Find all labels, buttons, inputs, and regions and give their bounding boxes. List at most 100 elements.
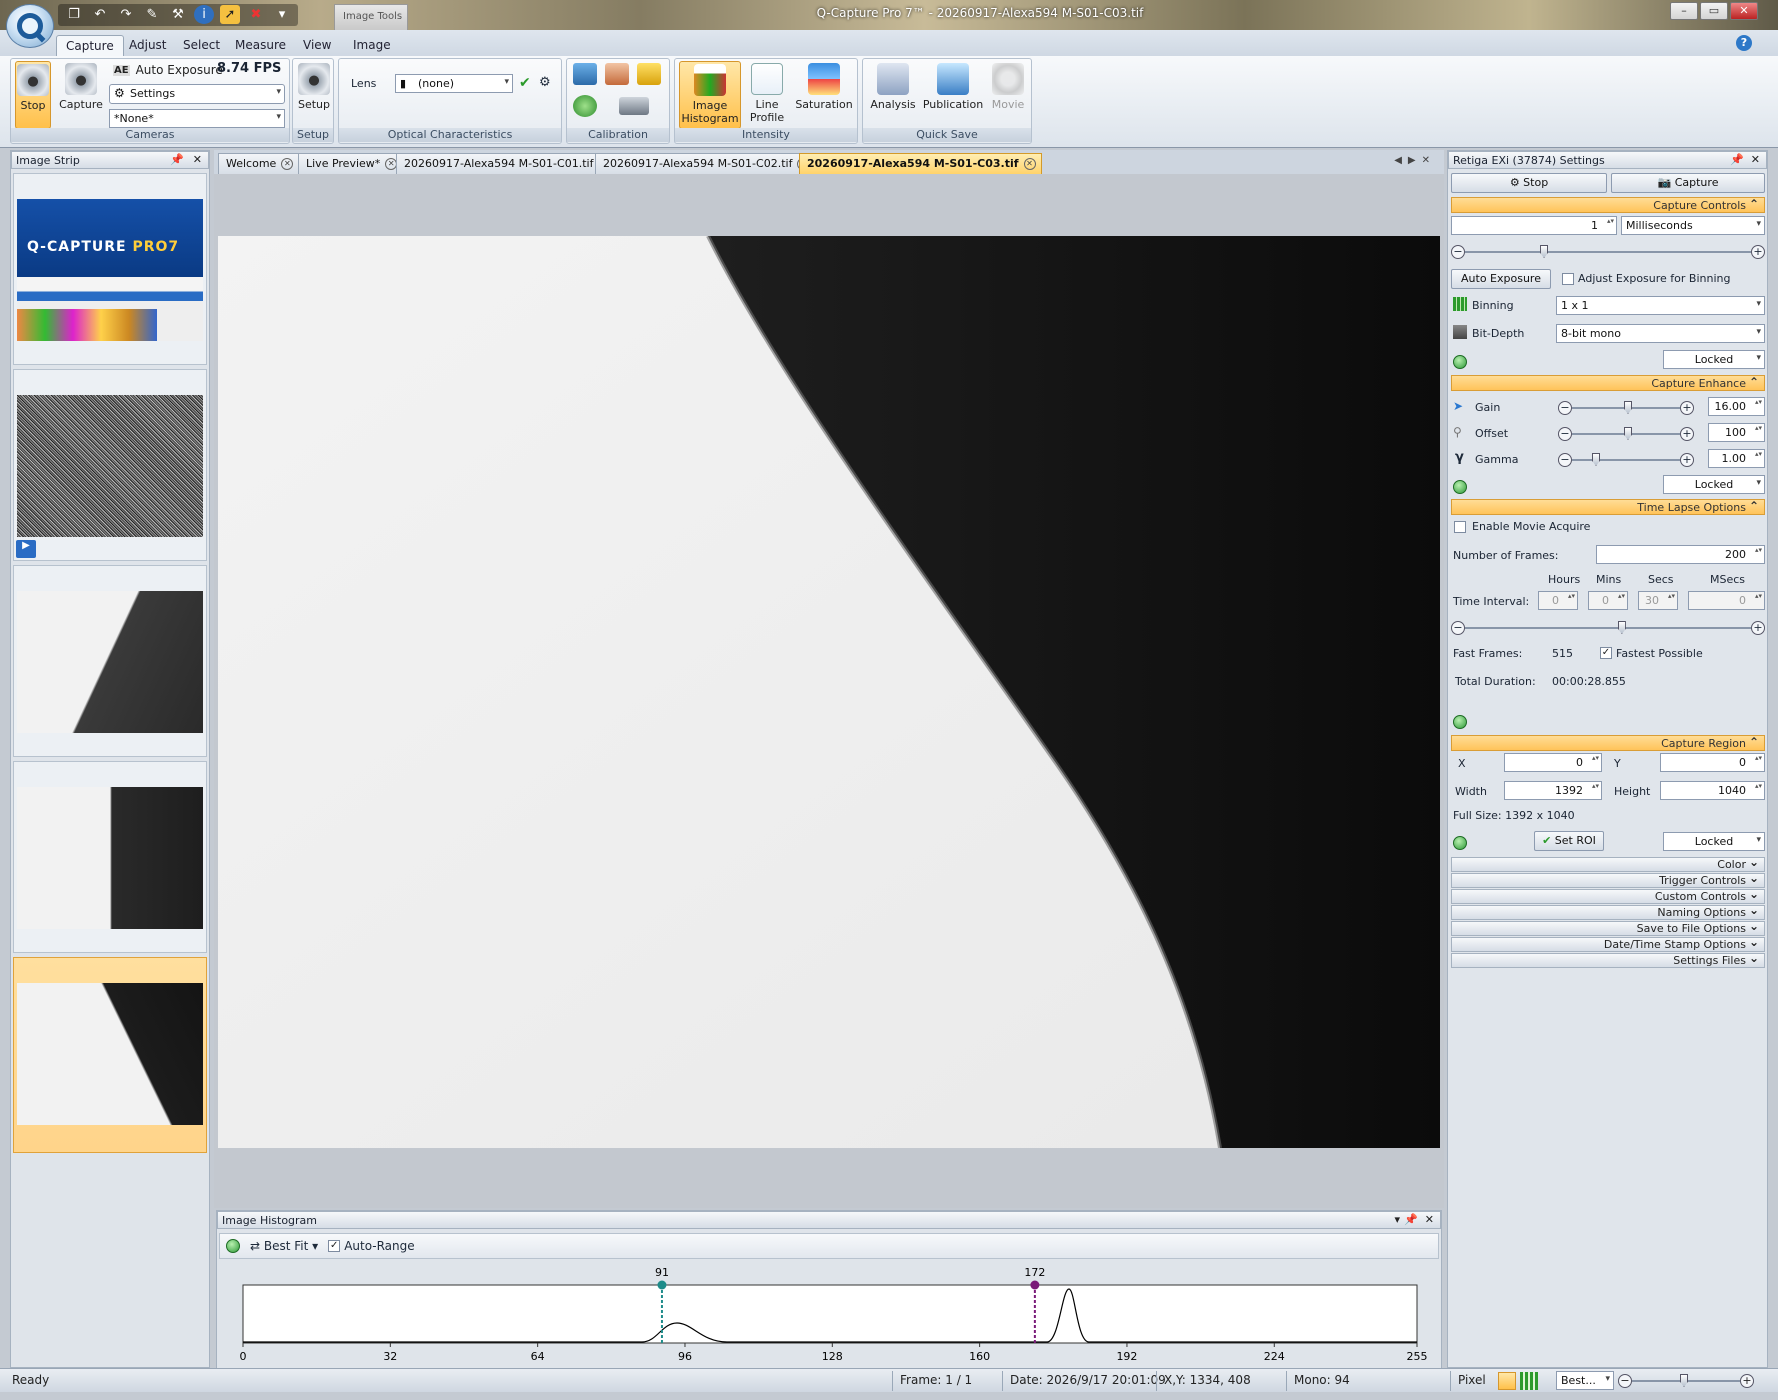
color-section-header[interactable]: Color <box>1451 855 1765 872</box>
save-to-file-header[interactable]: Save to File Options <box>1451 919 1765 936</box>
close-button[interactable]: ✕ <box>1730 2 1758 20</box>
calibration-tint-icon[interactable] <box>605 63 629 85</box>
image-view-area[interactable] <box>214 174 1444 1208</box>
tab-capture[interactable]: Capture <box>56 35 124 56</box>
image-view-mode-icon[interactable] <box>1498 1372 1516 1390</box>
set-roi-button[interactable]: ✔ Set ROI <box>1534 831 1604 851</box>
gamma-slider[interactable]: − + <box>1558 453 1694 467</box>
capture-enhance-header[interactable]: Capture Enhance <box>1451 375 1765 391</box>
saturation-button[interactable]: Saturation <box>793 61 855 111</box>
thumbnail-live-preview[interactable]: ▶ <box>13 369 207 561</box>
auto-exposure-settings-button[interactable]: Auto Exposure <box>1451 269 1551 289</box>
doc-tab-c01[interactable]: 20260917-Alexa594 M-S01-C01.tif✕ <box>396 153 617 174</box>
undo-icon[interactable]: ↶ <box>90 5 110 24</box>
tab-scroll-and-close-icons[interactable]: ◀▶✕ <box>1394 155 1436 166</box>
eraser-icon[interactable]: ✎ <box>142 5 162 24</box>
grid-view-icon[interactable] <box>1520 1372 1538 1390</box>
x-input[interactable]: 0 <box>1504 753 1602 772</box>
microscope-image[interactable] <box>218 236 1440 1148</box>
exposure-unit-dropdown[interactable]: Milliseconds <box>1621 216 1765 235</box>
info-icon[interactable]: i <box>194 5 214 24</box>
redo-icon[interactable]: ↷ <box>116 5 136 24</box>
adjust-binning-checkbox[interactable] <box>1562 273 1574 285</box>
binning-dropdown[interactable]: 1 x 1 <box>1556 296 1765 315</box>
time-lapse-header[interactable]: Time Lapse Options <box>1451 499 1765 515</box>
mins-input[interactable]: 0 <box>1588 591 1628 610</box>
datetime-stamp-header[interactable]: Date/Time Stamp Options <box>1451 935 1765 952</box>
lens-dropdown[interactable]: ▮ (none) <box>395 74 513 93</box>
pin-icon[interactable]: 📌 <box>1730 153 1744 166</box>
line-profile-button[interactable]: Line Profile <box>745 61 789 124</box>
windows-icon[interactable]: ❐ <box>64 5 84 24</box>
offset-input[interactable]: 100 <box>1708 423 1765 442</box>
capture-region-reset-icon[interactable] <box>1453 836 1467 850</box>
close-panel-icon[interactable]: ✕ <box>193 153 202 166</box>
capture-enhance-reset-icon[interactable] <box>1453 480 1467 494</box>
custom-controls-header[interactable]: Custom Controls <box>1451 887 1765 904</box>
application-menu-button[interactable] <box>6 4 54 48</box>
tab-image[interactable]: Image <box>344 35 400 56</box>
calibration-refresh-icon[interactable] <box>573 95 597 117</box>
settings-stop-button[interactable]: ⚙ Stop <box>1451 173 1607 193</box>
thumbnail-c03-selected[interactable] <box>13 957 207 1153</box>
image-tools-context-tab[interactable]: Image Tools <box>334 4 408 30</box>
width-input[interactable]: 1392 <box>1504 781 1602 800</box>
bit-depth-dropdown[interactable]: 8-bit mono <box>1556 324 1765 343</box>
exposure-input[interactable]: 1 <box>1451 216 1617 235</box>
frames-input[interactable]: 200 <box>1596 545 1765 564</box>
trigger-controls-header[interactable]: Trigger Controls <box>1451 871 1765 888</box>
capture-region-locked-dropdown[interactable]: Locked <box>1663 832 1765 851</box>
tools-icon[interactable]: ⚒ <box>168 5 188 24</box>
histogram-low-marker-handle[interactable] <box>657 1280 667 1290</box>
gamma-input[interactable]: 1.00 <box>1708 449 1765 468</box>
calibration-camera-icon[interactable] <box>573 63 597 85</box>
enable-movie-checkbox[interactable] <box>1454 521 1466 533</box>
naming-options-header[interactable]: Naming Options <box>1451 903 1765 920</box>
doc-tab-live-preview[interactable]: Live Preview* ✕ <box>298 153 404 174</box>
close-tab-icon[interactable]: ✕ <box>1023 158 1036 170</box>
tab-select[interactable]: Select <box>174 35 229 56</box>
secs-input[interactable]: 30 <box>1638 591 1678 610</box>
maximize-button[interactable]: ▭ <box>1700 2 1728 20</box>
thumbnail-c02[interactable] <box>13 761 207 953</box>
best-fit-dropdown[interactable]: ⇄ Best Fit ▾ <box>250 1239 318 1253</box>
settings-capture-button[interactable]: 📷 Capture <box>1611 173 1765 193</box>
histogram-chart[interactable]: 91 172 0 32 64 96 128 160 192 224 255 <box>217 1263 1441 1369</box>
capture-controls-header[interactable]: Capture Controls <box>1451 197 1765 213</box>
y-input[interactable]: 0 <box>1660 753 1765 772</box>
pin-icon[interactable]: 📌 <box>1404 1213 1418 1226</box>
interval-slider[interactable]: − + <box>1451 621 1765 635</box>
capture-button[interactable]: Capture <box>59 61 103 111</box>
panel-menu-icon[interactable]: ▾ <box>1394 1213 1400 1226</box>
stop-button[interactable]: Stop <box>15 61 51 129</box>
preset-dropdown[interactable]: *None* <box>109 109 285 128</box>
pointer-icon[interactable]: ➚ <box>220 5 240 24</box>
publication-button[interactable]: Publication <box>921 61 985 111</box>
minimize-button[interactable]: – <box>1670 2 1698 20</box>
time-lapse-reset-icon[interactable] <box>1453 715 1467 729</box>
setup-button[interactable]: Setup <box>296 61 332 111</box>
capture-enhance-locked-dropdown[interactable]: Locked <box>1663 475 1765 494</box>
analysis-button[interactable]: Analysis <box>867 61 919 111</box>
help-icon[interactable]: ? <box>1736 35 1752 51</box>
lens-settings-icon[interactable]: ⚙ <box>539 75 551 90</box>
pin-icon[interactable]: 📌 <box>170 153 184 166</box>
calibration-camera-dropdown-icon[interactable] <box>619 97 649 115</box>
capture-region-header[interactable]: Capture Region <box>1451 735 1765 751</box>
height-input[interactable]: 1040 <box>1660 781 1765 800</box>
offset-slider[interactable]: − + <box>1558 427 1694 441</box>
settings-dropdown[interactable]: ⚙ Settings <box>109 84 285 104</box>
msecs-input[interactable]: 0 <box>1688 591 1765 610</box>
doc-tab-c02[interactable]: 20260917-Alexa594 M-S01-C02.tif✕ <box>595 153 816 174</box>
refresh-icon[interactable] <box>226 1239 240 1253</box>
settings-files-header[interactable]: Settings Files <box>1451 951 1765 968</box>
capture-controls-locked-dropdown[interactable]: Locked <box>1663 350 1765 369</box>
capture-controls-reset-icon[interactable] <box>1453 355 1467 369</box>
thumbnail-welcome[interactable]: Q-CAPTURE PRO7 <box>13 173 207 365</box>
delete-icon[interactable]: ✖ <box>246 5 266 24</box>
close-panel-icon[interactable]: ✕ <box>1751 153 1760 166</box>
histogram-high-marker-handle[interactable] <box>1030 1280 1040 1290</box>
tab-measure[interactable]: Measure <box>226 35 295 56</box>
doc-tab-welcome[interactable]: Welcome ✕ <box>218 153 300 174</box>
auto-exposure-button[interactable]: AE Auto Exposure <box>113 63 223 77</box>
